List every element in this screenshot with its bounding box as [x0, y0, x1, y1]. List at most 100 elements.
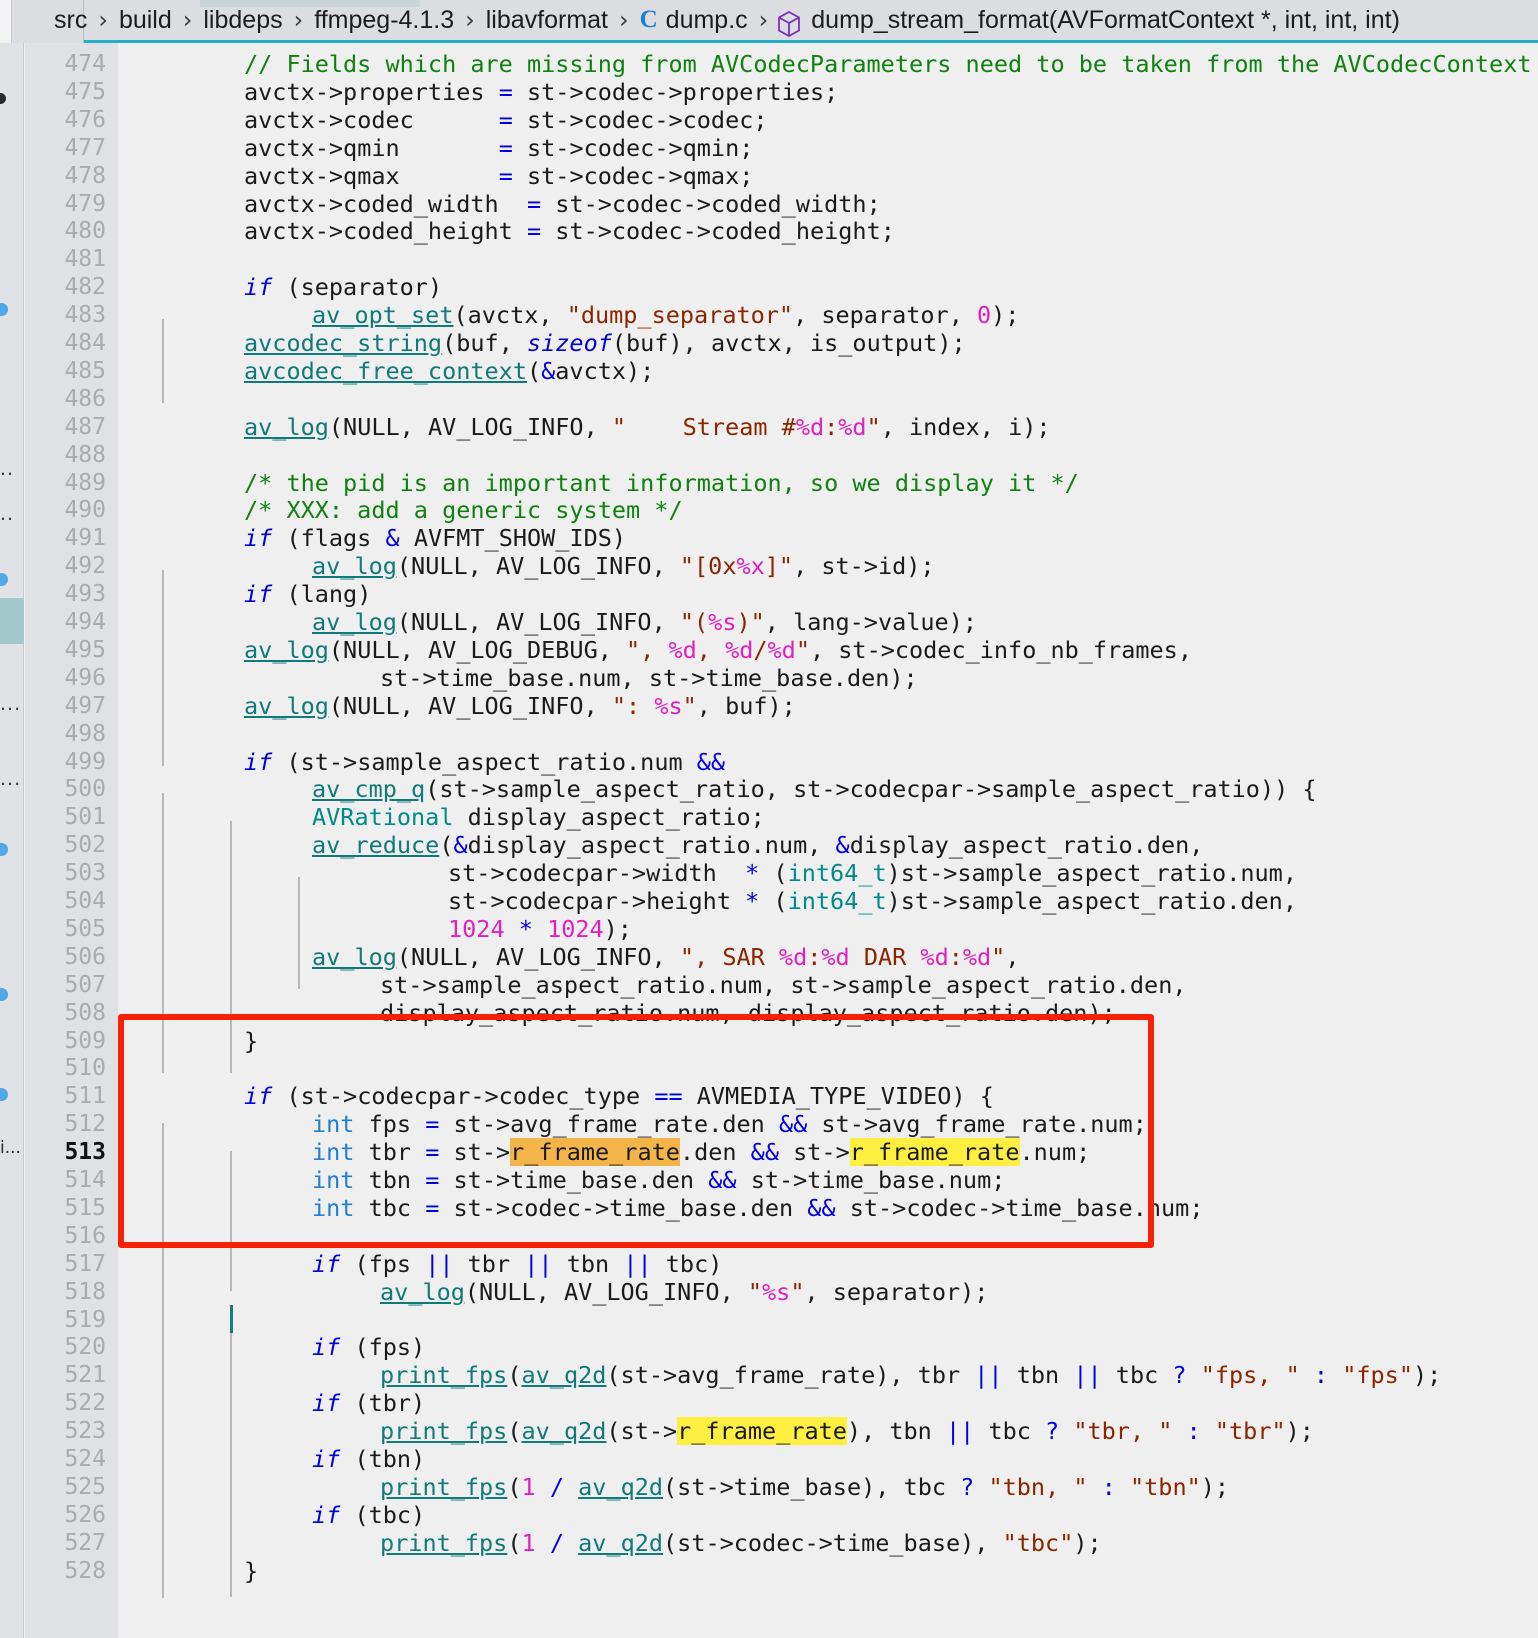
line-number[interactable]: 499	[64, 749, 106, 777]
code-line[interactable]: if (st->codecpar->codec_type == AVMEDIA_…	[244, 1082, 994, 1111]
line-number[interactable]: 515	[64, 1195, 106, 1223]
line-number[interactable]: 484	[64, 330, 106, 358]
line-number[interactable]: 523	[64, 1418, 106, 1446]
line-number[interactable]: 475	[64, 79, 106, 107]
line-number[interactable]: 522	[64, 1390, 106, 1418]
line-number[interactable]: 498	[64, 721, 106, 749]
code-line[interactable]: print_fps(av_q2d(st->r_frame_rate), tbn …	[380, 1417, 1314, 1446]
change-marker-dot[interactable]	[0, 573, 8, 586]
code-line[interactable]: st->sample_aspect_ratio.num, st->sample_…	[380, 971, 1187, 1000]
line-number[interactable]: 509	[64, 1028, 106, 1056]
line-number[interactable]: 474	[64, 51, 106, 79]
code-line[interactable]: if (separator)	[244, 273, 442, 302]
breadcrumb-item[interactable]: libavformat	[484, 6, 610, 35]
code-line[interactable]: if (st->sample_aspect_ratio.num &&	[244, 748, 725, 777]
change-marker-dot[interactable]	[0, 93, 6, 104]
code-line[interactable]: // Fields which are missing from AVCodec…	[244, 50, 1532, 79]
line-number[interactable]: 517	[64, 1251, 106, 1279]
code-line[interactable]: 1024 * 1024);	[448, 915, 632, 944]
line-number[interactable]: 528	[64, 1558, 106, 1586]
line-number[interactable]: 504	[64, 888, 106, 916]
code-line[interactable]: avcodec_free_context(&avctx);	[244, 357, 654, 386]
change-marker-dot[interactable]	[0, 303, 8, 316]
code-line[interactable]: int fps = st->avg_frame_rate.den && st->…	[312, 1110, 1147, 1139]
code-line[interactable]: }	[244, 1557, 258, 1586]
code-line[interactable]: av_reduce(&display_aspect_ratio.num, &di…	[312, 831, 1203, 860]
folded-region-ellipsis[interactable]: ..	[0, 458, 14, 480]
code-line[interactable]: av_log(NULL, AV_LOG_INFO, ": %s", buf);	[244, 692, 796, 721]
folded-region-ellipsis[interactable]: ..	[0, 503, 14, 525]
breadcrumb-item[interactable]: ffmpeg-4.1.3	[312, 6, 456, 35]
code-line[interactable]: if (flags & AVFMT_SHOW_IDS)	[244, 524, 626, 553]
line-number[interactable]: 521	[64, 1362, 106, 1390]
breadcrumb-item[interactable]: libdeps	[201, 6, 284, 35]
code-line[interactable]: if (tbr)	[312, 1389, 425, 1418]
line-number[interactable]: 478	[64, 163, 106, 191]
code-line[interactable]: av_log(NULL, AV_LOG_INFO, "%s", separato…	[380, 1278, 988, 1307]
code-line[interactable]: print_fps(1 / av_q2d(st->codec->time_bas…	[380, 1529, 1102, 1558]
line-number[interactable]: 526	[64, 1502, 106, 1530]
line-number[interactable]: 487	[64, 414, 106, 442]
line-number[interactable]: 501	[64, 804, 106, 832]
line-number[interactable]: 483	[64, 302, 106, 330]
line-number[interactable]: 497	[64, 693, 106, 721]
line-number[interactable]: 494	[64, 609, 106, 637]
code-line[interactable]: avctx->coded_width = st->codec->coded_wi…	[244, 190, 881, 219]
line-number[interactable]: 525	[64, 1474, 106, 1502]
line-number[interactable]: 519	[64, 1307, 106, 1335]
line-number[interactable]: 477	[64, 135, 106, 163]
line-number[interactable]: 500	[64, 776, 106, 804]
folded-region-ellipsis[interactable]: ...	[0, 693, 21, 715]
code-line[interactable]: av_log(NULL, AV_LOG_INFO, ", SAR %d:%d D…	[312, 943, 1019, 972]
code-line[interactable]: }	[244, 1027, 258, 1056]
line-number[interactable]: 488	[64, 442, 106, 470]
line-number[interactable]: 491	[64, 525, 106, 553]
change-marker-dot[interactable]	[0, 1088, 8, 1101]
line-number[interactable]: 510	[64, 1055, 106, 1083]
line-number[interactable]: 516	[64, 1223, 106, 1251]
change-marker-dot[interactable]	[0, 843, 8, 856]
code-line[interactable]: print_fps(1 / av_q2d(st->time_base), tbc…	[380, 1473, 1229, 1502]
code-line[interactable]: int tbn = st->time_base.den && st->time_…	[312, 1166, 1005, 1195]
breadcrumb-item[interactable]: build	[117, 6, 174, 35]
editor-left-marker-strip[interactable]: .. .. ... ... i...	[0, 43, 24, 1638]
code-line[interactable]: av_log(NULL, AV_LOG_INFO, "(%s)", lang->…	[312, 608, 977, 637]
line-number[interactable]: 507	[64, 972, 106, 1000]
line-number[interactable]: 518	[64, 1279, 106, 1307]
folded-region-ellipsis[interactable]: ...	[0, 768, 21, 790]
line-number[interactable]: 480	[64, 218, 106, 246]
line-number[interactable]: 479	[64, 191, 106, 219]
line-number[interactable]: 513	[64, 1139, 106, 1167]
line-number[interactable]: 495	[64, 637, 106, 665]
code-line[interactable]: print_fps(av_q2d(st->avg_frame_rate), tb…	[380, 1361, 1441, 1390]
code-line[interactable]: avcodec_string(buf, sizeof(buf), avctx, …	[244, 329, 966, 358]
line-number[interactable]: 489	[64, 470, 106, 498]
code-line[interactable]: st->codecpar->width * (int64_t)st->sampl…	[448, 859, 1297, 888]
line-number[interactable]: 493	[64, 581, 106, 609]
code-line[interactable]: int tbc = st->codec->time_base.den && st…	[312, 1194, 1203, 1223]
code-line[interactable]: if (lang)	[244, 580, 371, 609]
breadcrumb-item[interactable]: dump.c	[664, 6, 750, 35]
line-number[interactable]: 492	[64, 553, 106, 581]
code-line[interactable]: av_log(NULL, AV_LOG_DEBUG, ", %d, %d/%d"…	[244, 636, 1192, 665]
breadcrumb-item[interactable]: src	[52, 6, 89, 35]
line-number[interactable]: 485	[64, 358, 106, 386]
code-line[interactable]: display_aspect_ratio.num, display_aspect…	[380, 999, 1116, 1028]
code-line[interactable]: avctx->properties = st->codec->propertie…	[244, 78, 838, 107]
line-number[interactable]: 527	[64, 1530, 106, 1558]
line-number[interactable]: 514	[64, 1167, 106, 1195]
code-line[interactable]: avctx->qmin = st->codec->qmin;	[244, 134, 753, 163]
code-line[interactable]: av_log(NULL, AV_LOG_INFO, " Stream #%d:%…	[244, 413, 1051, 442]
minimap-viewport-selection[interactable]	[0, 598, 24, 644]
code-line[interactable]: if (fps || tbr || tbn || tbc)	[312, 1250, 722, 1279]
code-line[interactable]: if (fps)	[312, 1333, 425, 1362]
change-marker-dot[interactable]	[0, 988, 8, 1001]
code-line[interactable]: av_opt_set(avctx, "dump_separator", sepa…	[312, 301, 1019, 330]
line-number[interactable]: 482	[64, 274, 106, 302]
line-number[interactable]: 524	[64, 1446, 106, 1474]
code-line[interactable]: av_log(NULL, AV_LOG_INFO, "[0x%x]", st->…	[312, 552, 935, 581]
line-number[interactable]: 511	[64, 1083, 106, 1111]
breadcrumb-item[interactable]: dump_stream_format(AVFormatContext *, in…	[809, 6, 1402, 35]
line-number[interactable]: 503	[64, 860, 106, 888]
code-line[interactable]: avctx->coded_height = st->codec->coded_h…	[244, 217, 895, 246]
